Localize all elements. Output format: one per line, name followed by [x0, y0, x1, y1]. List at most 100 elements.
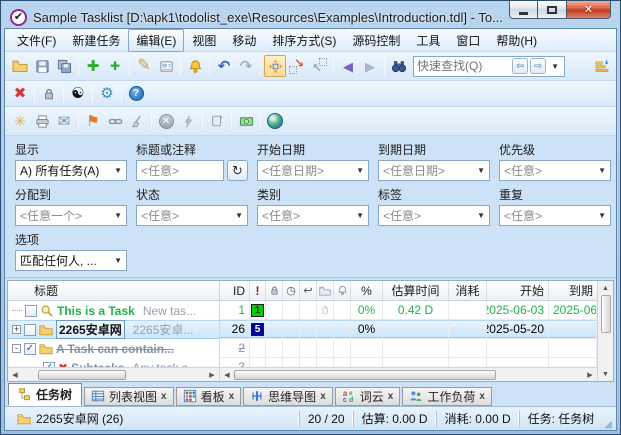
menu-item-tools[interactable]: 工具: [408, 29, 448, 52]
expand-toggle[interactable]: +: [12, 325, 21, 334]
filter-tags-select[interactable]: <任意>▼: [378, 205, 490, 226]
columns-pane-hscrollbar[interactable]: ◀ ▶: [220, 367, 597, 381]
filter-allocated-to-select[interactable]: <任意一个>▼: [15, 205, 127, 226]
column-header-id[interactable]: ID: [220, 281, 250, 300]
activity-button[interactable]: [177, 110, 199, 132]
edit-task-button[interactable]: ✎: [133, 55, 155, 77]
tab-close-icon[interactable]: x: [388, 391, 394, 402]
minimize-button[interactable]: [509, 1, 538, 19]
reminder-button[interactable]: [184, 55, 206, 77]
task-row[interactable]: + 2265安卓网 2265安卓...: [8, 320, 219, 339]
quick-find-dropdown[interactable]: ▼: [551, 62, 559, 71]
lock-button[interactable]: [38, 83, 60, 105]
menu-item-new-task[interactable]: 新建任务: [64, 29, 128, 52]
link-button[interactable]: [104, 110, 126, 132]
maximize-comments-button[interactable]: [264, 55, 286, 77]
tab-task-tree[interactable]: 任务树: [8, 383, 82, 406]
log-button[interactable]: [206, 110, 228, 132]
column-header-percent[interactable]: %: [351, 281, 383, 300]
column-header-file-link[interactable]: [317, 281, 334, 300]
task-row[interactable]: ✓ ✖ Subtasks Any task c...: [8, 358, 219, 367]
weblink-button[interactable]: [264, 110, 286, 132]
preferences-button[interactable]: ⚙: [96, 83, 118, 105]
resize-grip[interactable]: ◢: [604, 419, 612, 430]
column-header-title[interactable]: 标题: [8, 281, 219, 300]
filter-recurrence-select[interactable]: <任意>▼: [499, 205, 611, 226]
print-button[interactable]: [31, 110, 53, 132]
maximize-button[interactable]: [538, 1, 566, 19]
previous-task-button[interactable]: ◀: [337, 55, 359, 77]
vertical-scrollbar[interactable]: ▲ ▼: [597, 281, 613, 381]
task-attributes-button[interactable]: [155, 55, 177, 77]
hierarchy-sort-button[interactable]: [590, 55, 612, 77]
tab-mind-map[interactable]: 思维导图 x: [243, 387, 333, 406]
scrollbar-thumb[interactable]: [234, 370, 496, 380]
column-header-recurrence[interactable]: ↩: [300, 281, 317, 300]
task-checkbox[interactable]: [24, 324, 36, 336]
new-task-button[interactable]: ✚: [82, 55, 104, 77]
collapse-toggle[interactable]: -: [12, 344, 21, 353]
column-header-priority[interactable]: !: [250, 281, 266, 300]
filter-status-select[interactable]: <任意>▼: [136, 205, 248, 226]
email-button[interactable]: ✉: [53, 110, 75, 132]
filter-category-select[interactable]: <任意>▼: [257, 205, 369, 226]
menu-item-source-control[interactable]: 源码控制: [344, 29, 408, 52]
task-row[interactable]: - ✓ A Task can contain...: [8, 339, 219, 358]
filter-due-date-select[interactable]: <任意日期>▼: [378, 160, 490, 181]
cancel-button[interactable]: ✕: [155, 110, 177, 132]
time-cost-button[interactable]: [235, 110, 257, 132]
filter-title-input[interactable]: <任意>: [136, 160, 224, 181]
column-header-spent[interactable]: 消耗: [449, 281, 487, 300]
tab-kanban[interactable]: 看板 x: [176, 387, 242, 406]
open-tasklist-button[interactable]: [9, 55, 31, 77]
cleanup-button[interactable]: [126, 110, 148, 132]
task-row-values[interactable]: 26 5 0% 2025-05-20: [220, 320, 597, 339]
delete-task-button[interactable]: ✖: [9, 83, 31, 105]
tab-list-view[interactable]: 列表视图 x: [84, 387, 174, 406]
task-row-values[interactable]: 2: [220, 339, 597, 358]
flag-button[interactable]: ⚑: [82, 110, 104, 132]
save-button[interactable]: [31, 55, 53, 77]
task-checkbox-checked[interactable]: ✓: [24, 343, 36, 355]
menu-item-file[interactable]: 文件(F): [9, 29, 64, 52]
column-header-reminder[interactable]: [334, 281, 351, 300]
column-header-start[interactable]: 开始: [487, 281, 549, 300]
filter-options-select[interactable]: 匹配任何人, ...▼: [15, 250, 127, 271]
filter-show-select[interactable]: A) 所有任务(A)▼: [15, 160, 127, 181]
column-header-time[interactable]: ◷: [283, 281, 300, 300]
menu-item-help[interactable]: 帮助(H): [488, 29, 545, 52]
find-tasks-button[interactable]: [388, 55, 410, 77]
scroll-right-icon[interactable]: ▶: [583, 368, 597, 382]
task-row-values[interactable]: 1 1 0% 0.42 D 2025-06-03 2025-06-03: [220, 301, 597, 320]
close-button[interactable]: ✕: [566, 1, 611, 19]
help-button[interactable]: ?: [125, 83, 147, 105]
new-subtask-button[interactable]: ✚: [104, 55, 126, 77]
scroll-left-icon[interactable]: ◀: [220, 368, 234, 382]
scrollbar-thumb[interactable]: [38, 370, 126, 380]
scroll-down-icon[interactable]: ▼: [599, 367, 613, 381]
tab-close-icon[interactable]: x: [479, 391, 485, 402]
scroll-left-icon[interactable]: ◀: [8, 368, 22, 382]
tab-close-icon[interactable]: x: [229, 391, 235, 402]
column-header-due[interactable]: 到期: [549, 281, 597, 300]
undo-button[interactable]: ↶: [213, 55, 235, 77]
scrollbar-thumb[interactable]: [601, 295, 611, 333]
new-from-template-button[interactable]: ✳: [9, 110, 31, 132]
redo-button[interactable]: ↷: [235, 55, 257, 77]
menu-item-view[interactable]: 视图: [184, 29, 224, 52]
filter-priority-select[interactable]: <任意>▼: [499, 160, 611, 181]
quick-find-input[interactable]: [417, 59, 510, 73]
task-row[interactable]: This is a Task New tas...: [8, 301, 219, 320]
tab-close-icon[interactable]: x: [320, 391, 326, 402]
column-header-lock[interactable]: [266, 281, 283, 300]
tab-word-cloud[interactable]: aecd 词云 x: [335, 387, 401, 406]
tab-workload[interactable]: 工作负荷 x: [402, 387, 492, 406]
menu-item-move[interactable]: 移动: [224, 29, 264, 52]
save-all-button[interactable]: [53, 55, 75, 77]
tab-close-icon[interactable]: x: [161, 391, 167, 402]
find-next-button[interactable]: ⇨: [530, 58, 546, 74]
filter-title-refresh-button[interactable]: ↻: [227, 160, 248, 181]
next-task-button[interactable]: ▶: [359, 55, 381, 77]
scroll-right-icon[interactable]: ▶: [205, 368, 219, 382]
task-checkbox[interactable]: [25, 305, 37, 317]
